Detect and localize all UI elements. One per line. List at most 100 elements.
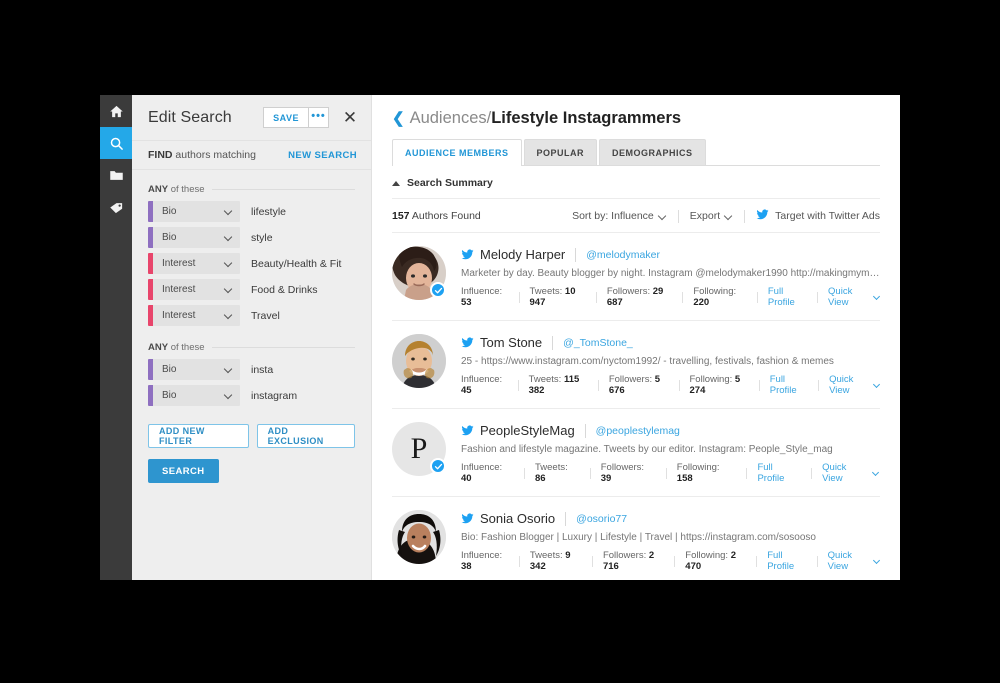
- close-icon[interactable]: ✕: [341, 109, 359, 126]
- filter-row: Interest Food & Drinks: [148, 279, 355, 300]
- quick-view-dropdown[interactable]: Quick View: [828, 550, 880, 572]
- filter-field-label: Bio: [162, 232, 177, 243]
- chevron-down-icon: [224, 311, 233, 320]
- stat-influence: Influence: 53: [461, 286, 509, 308]
- author-handle[interactable]: @melodymaker: [586, 249, 660, 261]
- filter-value[interactable]: style: [251, 232, 273, 244]
- quick-view-label: Quick View: [827, 550, 852, 572]
- stat-followers-label: Followers:: [608, 374, 653, 385]
- filter-value[interactable]: Beauty/Health & Fit: [251, 258, 341, 270]
- filter-field-select[interactable]: Bio: [148, 385, 240, 406]
- filter-field-select[interactable]: Interest: [148, 253, 240, 274]
- authors-found-count: 157 Authors Found: [392, 210, 572, 222]
- avatar[interactable]: [392, 510, 446, 564]
- chevron-down-icon: [724, 212, 733, 221]
- found-number: 157: [392, 210, 410, 222]
- list-item[interactable]: P PeopleStyleMag @peoplestylemag Fashion…: [392, 409, 880, 497]
- author-name[interactable]: Melody Harper: [480, 247, 565, 262]
- filter-value[interactable]: instagram: [251, 390, 297, 402]
- new-search-button[interactable]: NEW SEARCH: [288, 150, 357, 161]
- tag-icon: [109, 200, 124, 215]
- back-chevron-icon[interactable]: ❮: [392, 111, 405, 126]
- find-prefix: FIND: [148, 149, 173, 161]
- author-handle[interactable]: @peoplestylemag: [596, 425, 680, 437]
- export-dropdown[interactable]: Export: [690, 210, 733, 222]
- full-profile-link[interactable]: Full Profile: [770, 374, 809, 396]
- filter-value[interactable]: insta: [251, 364, 273, 376]
- quick-view-dropdown[interactable]: Quick View: [822, 462, 880, 484]
- author-name[interactable]: Tom Stone: [480, 335, 542, 350]
- divider: [757, 291, 758, 303]
- list-item-info: Sonia Osorio @osorio77 Bio: Fashion Blog…: [461, 510, 880, 572]
- add-new-filter-button[interactable]: ADD NEW FILTER: [148, 424, 249, 448]
- breadcrumb-current: Lifestyle Instagrammers: [491, 109, 682, 127]
- author-stats: Influence: 45 Tweets: 115 382 Followers:…: [461, 374, 880, 396]
- add-exclusion-button[interactable]: ADD EXCLUSION: [256, 424, 355, 448]
- stat-followers-label: Followers:: [602, 550, 647, 561]
- full-profile-link[interactable]: Full Profile: [757, 462, 801, 484]
- search-summary-toggle[interactable]: Search Summary: [392, 166, 880, 199]
- search-button[interactable]: SEARCH: [148, 459, 219, 483]
- tab-audience-members[interactable]: AUDIENCE MEMBERS: [392, 139, 522, 166]
- divider: [589, 467, 591, 479]
- filter-field-select[interactable]: Bio: [148, 227, 240, 248]
- filter-field-select[interactable]: Interest: [148, 305, 240, 326]
- chevron-down-icon: [224, 365, 233, 374]
- stat-influence-label: Influence:: [461, 462, 503, 473]
- full-profile-link[interactable]: Full Profile: [768, 286, 807, 308]
- chevron-down-icon: [873, 381, 880, 389]
- list-item[interactable]: Melody Harper @melodymaker Marketer by d…: [392, 233, 880, 321]
- author-name[interactable]: PeopleStyleMag: [480, 423, 575, 438]
- folder-icon: [109, 168, 124, 183]
- filter-row: Bio insta: [148, 359, 355, 380]
- filter-row: Interest Travel: [148, 305, 355, 326]
- find-label: FIND authors matching: [148, 149, 288, 161]
- stat-followers: Followers: 2 716: [603, 550, 664, 572]
- divider: [678, 379, 680, 391]
- quick-view-dropdown[interactable]: Quick View: [829, 374, 880, 396]
- full-profile-link[interactable]: Full Profile: [767, 550, 807, 572]
- filter-value[interactable]: Food & Drinks: [251, 284, 318, 296]
- save-button[interactable]: SAVE: [263, 107, 308, 128]
- filter-field-select[interactable]: Bio: [148, 201, 240, 222]
- author-name[interactable]: Sonia Osorio: [480, 511, 555, 526]
- sort-by-dropdown[interactable]: Sort by: Influence: [572, 210, 667, 222]
- stat-followers: Followers: 39: [601, 462, 656, 484]
- sidebar-item-search[interactable]: [100, 127, 132, 159]
- divider: [674, 555, 676, 567]
- header-button-group: SAVE •••: [263, 107, 329, 128]
- avatar-letter: P: [410, 432, 428, 465]
- sidebar-item-home[interactable]: [100, 95, 132, 127]
- avatar[interactable]: [392, 334, 446, 388]
- group-2-rule: [211, 347, 355, 348]
- target-with-twitter-ads-button[interactable]: Target with Twitter Ads: [756, 208, 880, 224]
- filter-field-select[interactable]: Bio: [148, 359, 240, 380]
- quick-view-dropdown[interactable]: Quick View: [828, 286, 880, 308]
- author-handle[interactable]: @osorio77: [576, 513, 627, 525]
- divider: [597, 379, 599, 391]
- list-item[interactable]: Tom Stone @_TomStone_ 25 - https://www.i…: [392, 321, 880, 409]
- stat-influence-value: 38: [461, 561, 472, 572]
- breadcrumb-parent[interactable]: Audiences/: [410, 109, 492, 128]
- list-item-name-row: Melody Harper @melodymaker: [461, 247, 880, 262]
- filter-value[interactable]: Travel: [251, 310, 280, 322]
- stat-following-value: 220: [693, 297, 710, 308]
- stat-influence-label: Influence:: [461, 550, 503, 561]
- tab-demographics[interactable]: DEMOGRAPHICS: [599, 139, 706, 165]
- filter-field-label: Interest: [162, 284, 196, 295]
- divider: [575, 247, 577, 262]
- tab-popular[interactable]: POPULAR: [523, 139, 598, 165]
- more-options-button[interactable]: •••: [308, 107, 329, 128]
- filter-field-select[interactable]: Interest: [148, 279, 240, 300]
- divider: [518, 291, 520, 303]
- sidebar-item-tags[interactable]: [100, 191, 132, 223]
- results-toolbar: 157 Authors Found Sort by: Influence Exp…: [392, 199, 880, 233]
- twitter-icon: [461, 336, 474, 349]
- chevron-down-icon: [873, 557, 880, 565]
- author-handle[interactable]: @_TomStone_: [563, 337, 633, 349]
- divider: [519, 555, 520, 567]
- list-item[interactable]: Sonia Osorio @osorio77 Bio: Fashion Blog…: [392, 497, 880, 580]
- sidebar-item-folders[interactable]: [100, 159, 132, 191]
- filter-value[interactable]: lifestyle: [251, 206, 286, 218]
- quick-view-label: Quick View: [828, 286, 853, 308]
